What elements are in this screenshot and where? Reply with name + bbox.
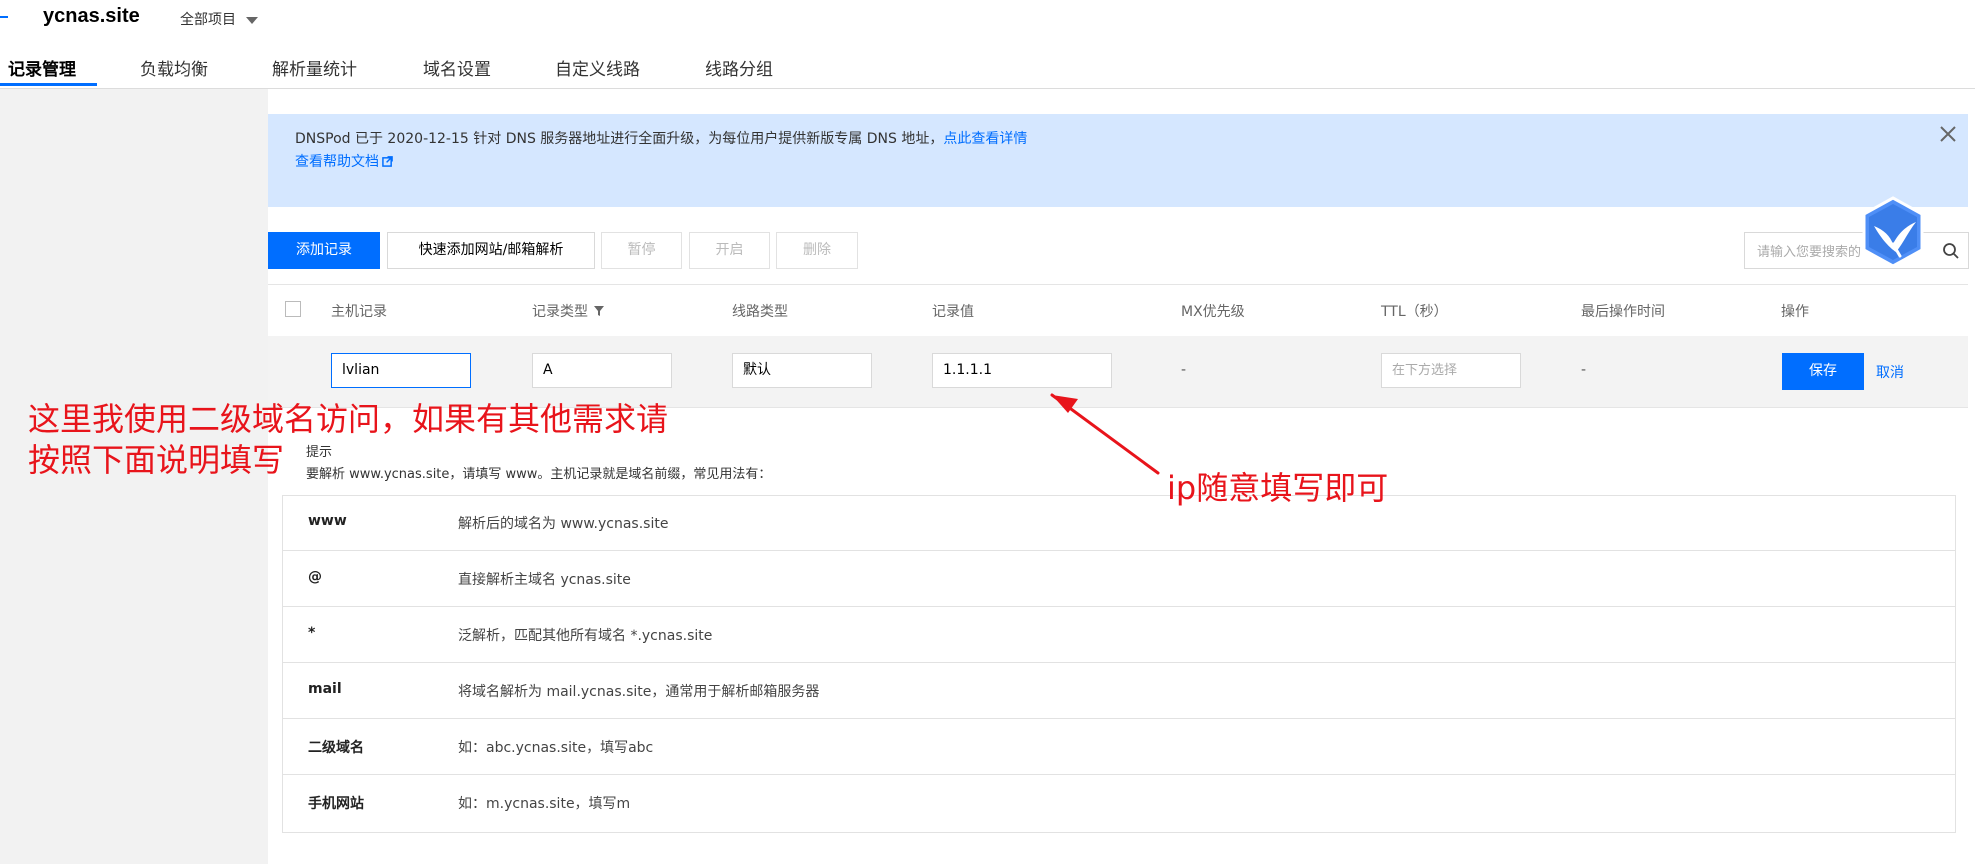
help-doc-link[interactable]: 查看帮助文档 <box>295 151 393 171</box>
hint-key: * <box>308 625 316 641</box>
column-header-host: 主机记录 <box>331 304 387 320</box>
column-header-value: 记录值 <box>932 304 974 320</box>
hint-key: 手机网站 <box>308 796 364 812</box>
enable-button[interactable]: 开启 <box>689 232 770 269</box>
hint-table: www 解析后的域名为 www.ycnas.site @ 直接解析主域名 ycnas… <box>282 495 1956 833</box>
bird-logo-icon <box>1862 196 1924 268</box>
hint-row: mail 将域名解析为 mail.ycnas.site，通常用于解析邮箱服务器 <box>283 664 1955 719</box>
annotation-left-line2: 按照下面说明填写 <box>28 441 285 479</box>
table-header: 主机记录 记录类型 线路类型 记录值 MX优先级 TTL（秒） 最后操作时间 操… <box>268 284 1968 337</box>
column-header-ttl: TTL（秒） <box>1381 304 1448 320</box>
hint-row: 二级域名 如：abc.ycnas.site，填写abc <box>283 720 1955 775</box>
search-box <box>1744 232 1969 269</box>
notice-details-link[interactable]: 点此查看详情 <box>943 131 1027 147</box>
hint-key: mail <box>308 681 342 697</box>
tab-line-groups[interactable]: 线路分组 <box>705 55 773 80</box>
chevron-down-icon <box>246 16 258 24</box>
tab-domain-settings[interactable]: 域名设置 <box>423 55 491 80</box>
notice-banner: DNSPod 已于 2020-12-15 针对 DNS 服务器地址进行全面升级，… <box>268 114 1968 207</box>
hint-value: 如：abc.ycnas.site，填写abc <box>458 740 654 756</box>
delete-button[interactable]: 删除 <box>776 232 858 269</box>
hint-row: @ 直接解析主域名 ycnas.site <box>283 552 1955 607</box>
column-header-type: 记录类型 <box>532 301 604 321</box>
pause-button[interactable]: 暂停 <box>601 232 682 269</box>
hint-row: www 解析后的域名为 www.ycnas.site <box>283 496 1955 551</box>
hint-value: 如：m.ycnas.site，填写m <box>458 796 631 812</box>
project-select-label: 全部项目 <box>180 12 236 28</box>
hint-value: 泛解析，匹配其他所有域名 *.ycnas.site <box>458 628 713 644</box>
ttl-select[interactable]: 在下方选择 <box>1381 353 1521 388</box>
annotation-arrow <box>1050 393 1160 475</box>
hint-value: 直接解析主域名 ycnas.site <box>458 572 631 588</box>
back-icon[interactable] <box>0 16 8 18</box>
column-header-type-label: 记录类型 <box>532 304 588 320</box>
column-header-mx: MX优先级 <box>1181 304 1245 320</box>
tab-record-management[interactable]: 记录管理 <box>8 55 76 80</box>
tab-load-balancing[interactable]: 负载均衡 <box>140 55 208 80</box>
active-tab-indicator <box>0 83 97 86</box>
help-doc-label: 查看帮助文档 <box>295 154 379 170</box>
hint-key: @ <box>308 569 322 585</box>
hint-value: 解析后的域名为 www.ycnas.site <box>458 516 669 532</box>
annotation-right: ip随意填写即可 <box>1167 469 1389 507</box>
add-record-button[interactable]: 添加记录 <box>268 232 380 269</box>
select-all-checkbox[interactable] <box>285 301 301 317</box>
hint-key: www <box>308 513 347 529</box>
search-icon[interactable] <box>1942 242 1960 260</box>
cancel-button[interactable]: 取消 <box>1876 362 1904 382</box>
hint-row: 手机网站 如：m.ycnas.site，填写m <box>283 776 1955 831</box>
save-button[interactable]: 保存 <box>1782 353 1864 390</box>
site-name: ycnas.site <box>43 5 140 27</box>
mx-priority-value: - <box>1181 362 1187 378</box>
quick-add-button[interactable]: 快速添加网站/邮箱解析 <box>387 232 595 269</box>
column-header-last-op: 最后操作时间 <box>1581 304 1665 320</box>
hint-value: 将域名解析为 mail.ycnas.site，通常用于解析邮箱服务器 <box>458 684 820 700</box>
annotation-left: 这里我使用二级域名访问，如果有其他需求请 按照下面说明填写 <box>28 399 668 481</box>
filter-icon[interactable] <box>594 306 604 316</box>
column-header-actions: 操作 <box>1781 304 1809 320</box>
record-type-select[interactable]: A <box>532 353 672 388</box>
notice-message: DNSPod 已于 2020-12-15 针对 DNS 服务器地址进行全面升级，… <box>295 131 944 147</box>
external-link-icon <box>382 156 393 167</box>
notice-text: DNSPod 已于 2020-12-15 针对 DNS 服务器地址进行全面升级，… <box>295 128 1027 148</box>
last-op-time-value: - <box>1581 362 1587 378</box>
project-select[interactable]: 全部项目 <box>180 9 258 29</box>
close-icon[interactable] <box>1938 124 1958 144</box>
tab-resolution-stats[interactable]: 解析量统计 <box>272 55 357 80</box>
line-type-select[interactable]: 默认 <box>732 353 872 388</box>
record-value-input[interactable]: 1.1.1.1 <box>932 353 1112 388</box>
hint-row: * 泛解析，匹配其他所有域名 *.ycnas.site <box>283 608 1955 663</box>
annotation-left-line1: 这里我使用二级域名访问，如果有其他需求请 <box>28 400 669 438</box>
tab-custom-lines[interactable]: 自定义线路 <box>555 55 640 80</box>
host-record-input[interactable]: lvlian <box>331 353 471 388</box>
column-header-line: 线路类型 <box>732 304 788 320</box>
top-bar: ycnas.site 全部项目 记录管理 负载均衡 解析量统计 域名设置 自定义… <box>0 0 1975 89</box>
hint-key: 二级域名 <box>308 740 364 756</box>
